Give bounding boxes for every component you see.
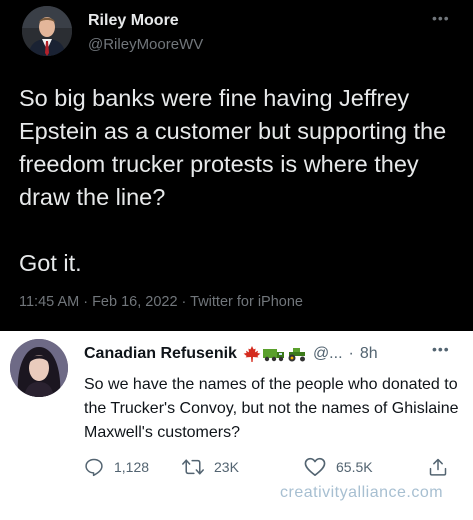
tweet-paragraph: So big banks were fine having Jeffrey Ep… xyxy=(19,85,447,210)
tweet-paragraph: Got it. xyxy=(19,250,82,276)
avatar[interactable] xyxy=(10,339,68,397)
retweet-count: 23K xyxy=(214,459,239,475)
profile-photo-icon xyxy=(10,339,68,397)
share-button[interactable] xyxy=(428,457,448,477)
reply-header: Canadian Refusenik @... · 8h xyxy=(84,345,378,363)
reply-text: So we have the names of the people who d… xyxy=(84,376,459,441)
author-name[interactable]: Riley Moore xyxy=(88,12,179,30)
avatar[interactable] xyxy=(22,6,72,56)
truck-icon xyxy=(262,349,284,362)
reply-button[interactable]: 1,128 xyxy=(84,457,149,477)
reply-icon xyxy=(85,458,103,477)
action-bar: 1,128 23K 65.5K xyxy=(84,457,456,481)
tweet-timestamp[interactable]: 11:45 AM · Feb 16, 2022 · Twitter for iP… xyxy=(19,294,303,310)
reply-count: 1,128 xyxy=(114,459,150,475)
profile-photo-icon xyxy=(22,6,72,56)
retweet-icon xyxy=(182,459,204,475)
author-handle[interactable]: @RileyMooreWV xyxy=(88,36,203,53)
author-handle[interactable]: @... xyxy=(313,345,343,363)
like-button[interactable]: 65.5K xyxy=(304,457,373,477)
more-horizontal-icon[interactable]: ••• xyxy=(432,341,450,357)
share-icon xyxy=(429,458,447,476)
more-horizontal-icon[interactable]: ••• xyxy=(432,10,450,26)
tweet-body: So big banks were fine having Jeffrey Ep… xyxy=(19,82,469,313)
author-name[interactable]: Canadian Refusenik xyxy=(84,345,237,363)
watermark: creativityalliance.com xyxy=(280,484,444,501)
tractor-icon xyxy=(288,348,305,362)
heart-icon xyxy=(304,457,326,476)
like-count: 65.5K xyxy=(336,459,373,475)
retweet-button[interactable]: 23K xyxy=(182,457,239,477)
tweet-time[interactable]: 8h xyxy=(360,345,378,363)
separator-dot: · xyxy=(348,345,354,362)
maple-leaf-icon xyxy=(243,346,261,362)
name-emojis xyxy=(243,346,307,362)
main-tweet: Riley Moore @RileyMooreWV ••• So big ban… xyxy=(0,0,473,331)
quoted-reply-tweet: Canadian Refusenik @... · 8h ••• So we h… xyxy=(0,331,473,520)
